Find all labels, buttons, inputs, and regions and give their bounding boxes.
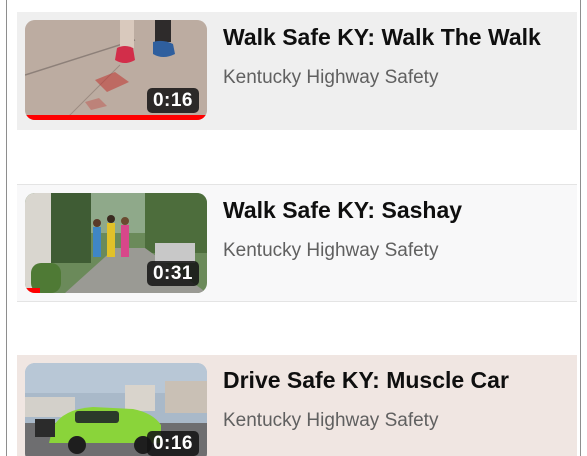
- duration-badge: 0:16: [146, 431, 199, 456]
- channel-name[interactable]: Kentucky Highway Safety: [223, 239, 573, 263]
- video-item-walk-the-walk[interactable]: 0:16 Walk Safe KY: Walk The Walk Kentuck…: [17, 12, 577, 130]
- video-item-sashay[interactable]: 0:31 Walk Safe KY: Sashay Kentucky Highw…: [17, 184, 577, 302]
- watch-progress-fill: [25, 288, 40, 293]
- channel-name[interactable]: Kentucky Highway Safety: [223, 66, 573, 90]
- video-thumbnail[interactable]: 0:31: [25, 193, 207, 293]
- video-item-muscle-car[interactable]: 0:16 Drive Safe KY: Muscle Car Kentucky …: [17, 355, 577, 456]
- video-thumbnail[interactable]: 0:16: [25, 363, 207, 456]
- video-title[interactable]: Walk Safe KY: Walk The Walk: [223, 22, 573, 52]
- channel-name[interactable]: Kentucky Highway Safety: [223, 409, 573, 433]
- duration-badge: 0:16: [146, 88, 199, 113]
- watch-progress-bar: [25, 288, 207, 293]
- video-thumbnail[interactable]: 0:16: [25, 20, 207, 120]
- video-list: 0:16 Walk Safe KY: Walk The Walk Kentuck…: [6, 0, 581, 456]
- watch-progress-bar: [25, 115, 207, 120]
- video-title[interactable]: Walk Safe KY: Sashay: [223, 195, 573, 225]
- video-title[interactable]: Drive Safe KY: Muscle Car: [223, 365, 573, 395]
- duration-badge: 0:31: [146, 261, 199, 286]
- watch-progress-fill: [25, 115, 207, 120]
